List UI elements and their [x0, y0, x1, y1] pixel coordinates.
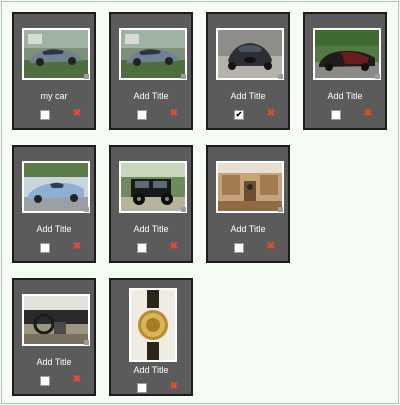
photo-title[interactable]: Add Title [111, 90, 191, 102]
resize-corner-icon [278, 207, 283, 212]
select-checkbox[interactable]: ✔ [137, 110, 147, 120]
select-checkbox[interactable]: ✔ [137, 383, 147, 393]
photo-card[interactable]: Add Title ✔ ✖ [206, 12, 290, 130]
silver-coupe-thumbnail[interactable] [121, 30, 185, 78]
dashboard-thumbnail[interactable] [24, 296, 88, 344]
resize-corner-icon [84, 207, 89, 212]
photo-thumbnail-frame[interactable] [22, 161, 90, 213]
delete-x-icon[interactable]: ✖ [72, 242, 82, 252]
resize-corner-icon [278, 74, 283, 79]
photo-thumbnail-frame[interactable] [119, 28, 187, 80]
photo-title[interactable]: Add Title [111, 364, 191, 376]
select-checkbox[interactable]: ✔ [40, 243, 50, 253]
photo-grid: my car ✔ ✖ [2, 2, 398, 403]
photo-card[interactable]: Add Title ✔ ✖ [109, 12, 193, 130]
select-checkbox[interactable]: ✔ [40, 110, 50, 120]
photo-title[interactable]: Add Title [305, 90, 385, 102]
photo-thumbnail-frame[interactable] [119, 161, 187, 213]
delete-x-icon[interactable]: ✖ [266, 242, 276, 252]
maroon-supercar-thumbnail[interactable] [315, 30, 379, 78]
photo-title[interactable]: Add Title [14, 223, 94, 235]
photo-thumbnail-frame[interactable] [216, 161, 284, 213]
select-checkbox[interactable]: ✔ [234, 243, 244, 253]
photo-title[interactable]: Add Title [111, 223, 191, 235]
photo-thumbnail-frame[interactable] [313, 28, 381, 80]
photo-card[interactable]: Add Title ✔ ✖ [303, 12, 387, 130]
checkmark-icon: ✔ [235, 110, 243, 119]
photo-card[interactable]: my car ✔ ✖ [12, 12, 96, 130]
delete-x-icon[interactable]: ✖ [72, 375, 82, 385]
photo-title[interactable]: my car [14, 90, 94, 102]
photo-card[interactable]: Add Title ✔ ✖ [109, 278, 193, 396]
delete-x-icon[interactable]: ✖ [169, 109, 179, 119]
photo-gallery-panel: my car ✔ ✖ [1, 1, 399, 404]
car-interior-thumbnail[interactable] [218, 163, 282, 211]
resize-corner-icon [84, 340, 89, 345]
resize-corner-icon [84, 74, 89, 79]
gold-watch-thumbnail[interactable] [131, 290, 175, 360]
delete-x-icon[interactable]: ✖ [266, 109, 276, 119]
blue-roadster-thumbnail[interactable] [24, 163, 88, 211]
delete-x-icon[interactable]: ✖ [169, 242, 179, 252]
photo-thumbnail-frame[interactable] [22, 28, 90, 80]
photo-title[interactable]: Add Title [208, 90, 288, 102]
select-checkbox[interactable]: ✔ [137, 243, 147, 253]
delete-x-icon[interactable]: ✖ [169, 382, 179, 392]
resize-corner-icon [375, 74, 380, 79]
photo-thumbnail-frame[interactable] [22, 294, 90, 346]
silver-coupe-thumbnail[interactable] [24, 30, 88, 78]
black-supercar-thumbnail[interactable] [218, 30, 282, 78]
photo-thumbnail-frame[interactable] [216, 28, 284, 80]
select-checkbox[interactable]: ✔ [40, 376, 50, 386]
delete-x-icon[interactable]: ✖ [72, 109, 82, 119]
photo-title[interactable]: Add Title [14, 356, 94, 368]
photo-card[interactable]: Add Title ✔ ✖ [12, 145, 96, 263]
resize-corner-icon [181, 74, 186, 79]
select-checkbox[interactable]: ✔ [234, 110, 244, 120]
photo-card[interactable]: Add Title ✔ ✖ [206, 145, 290, 263]
black-jeep-thumbnail[interactable] [121, 163, 185, 211]
delete-x-icon[interactable]: ✖ [363, 109, 373, 119]
photo-title[interactable]: Add Title [208, 223, 288, 235]
photo-card[interactable]: Add Title ✔ ✖ [12, 278, 96, 396]
photo-card[interactable]: Add Title ✔ ✖ [109, 145, 193, 263]
resize-corner-icon [181, 207, 186, 212]
select-checkbox[interactable]: ✔ [331, 110, 341, 120]
photo-thumbnail-frame[interactable] [129, 288, 177, 362]
